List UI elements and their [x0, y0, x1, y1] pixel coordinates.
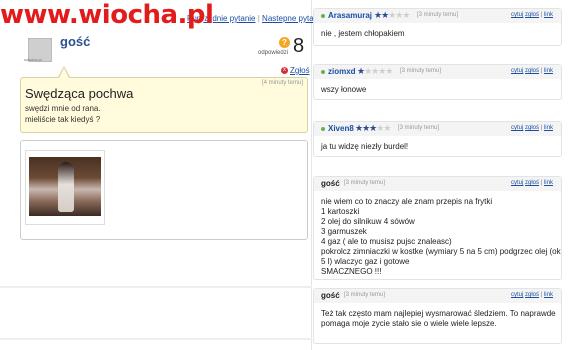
permalink-link[interactable]: link — [544, 180, 553, 186]
answer-actions: cytuj zgłoś | link — [511, 292, 553, 298]
answer-line: pokrolcz zimniaczki w kostke (wymiary 5 … — [321, 247, 561, 256]
answer-line: 3 garmuszek — [321, 227, 367, 236]
rating-stars: ★★★★★ — [357, 66, 393, 77]
actions-separator: | — [540, 12, 543, 18]
answer-actions: cytuj zgłoś | link — [511, 68, 553, 74]
answer-line: nie , jestem chłopakiem — [321, 29, 405, 38]
quote-link[interactable]: cytuj — [511, 292, 523, 298]
online-dot-icon — [321, 14, 325, 18]
report-answer-link[interactable]: zgłoś — [525, 125, 539, 131]
photo-figure — [58, 162, 74, 212]
permalink-link[interactable]: link — [544, 125, 553, 131]
answer-line: SMACZNEGO !!! — [321, 267, 382, 276]
speech-bubble-tail-fill — [59, 68, 69, 78]
answer-line: ja tu widzę niezły burdel! — [321, 142, 409, 151]
quote-link[interactable]: cytuj — [511, 12, 523, 18]
answer-username[interactable]: Xiven8 — [328, 124, 354, 133]
permalink-link[interactable]: link — [544, 12, 553, 18]
question-body-line: swędzi mnie od rana. — [25, 104, 101, 113]
answers-count: 8 — [293, 35, 305, 57]
star-empty-icon: ★ — [383, 123, 391, 133]
answer-card: Xiven8 ★★★★★ [3 minuty temu] cytuj zgłoś… — [313, 121, 562, 157]
answer-card: gość [3 minuty temu] cytuj zgłoś | link … — [313, 176, 562, 280]
answer-actions: cytuj zgłoś | link — [511, 180, 553, 186]
quote-link[interactable]: cytuj — [511, 68, 523, 74]
answer-card: gość [3 minuty temu] cytuj zgłoś | link … — [313, 288, 562, 344]
report-link[interactable]: Zgłoś — [290, 66, 310, 75]
answer-line: wszy łonowe — [321, 85, 367, 94]
answer-line: 5 l) wlaczyc gaz i gotowe — [321, 257, 410, 266]
answer-username[interactable]: gość — [321, 291, 340, 300]
question-body: swędzi mnie od rana. mieliście tak kiedy… — [25, 103, 285, 125]
divider — [0, 286, 312, 288]
actions-separator: | — [540, 292, 543, 298]
permalink-link[interactable]: link — [544, 68, 553, 74]
answer-actions: cytuj zgłoś | link — [511, 12, 553, 18]
answer-text: nie wiem co to znaczy ale znam przepis n… — [321, 197, 561, 277]
answer-time: [3 minuty temu] — [344, 292, 386, 298]
permalink-link[interactable]: link — [544, 292, 553, 298]
answer-time: [3 minuty temu] — [417, 12, 459, 18]
report-icon: x — [281, 67, 288, 74]
report-answer-link[interactable]: zgłoś — [525, 180, 539, 186]
quote-link[interactable]: cytuj — [511, 125, 523, 131]
answer-actions: cytuj zgłoś | link — [511, 125, 553, 131]
actions-separator: | — [540, 180, 543, 186]
online-dot-icon — [321, 70, 325, 74]
answer-text: nie , jestem chłopakiem — [321, 29, 405, 39]
answer-time: [3 minuty temu] — [400, 68, 442, 74]
nav-separator: | — [257, 14, 260, 23]
report-answer-link[interactable]: zgłoś — [525, 292, 539, 298]
answer-line: 4 gaz ( ale to musisz pujsc znaleasc) — [321, 237, 452, 246]
online-dot-icon — [321, 127, 325, 131]
asker-name[interactable]: gość — [60, 34, 90, 49]
question-body-line: mieliście tak kiedyś ? — [25, 115, 101, 124]
star-empty-icon: ★ — [402, 10, 410, 20]
answer-card: Arasamuraj ★★★★★ [3 minuty temu] cytuj z… — [313, 8, 562, 46]
rating-stars: ★★★★★ — [374, 10, 410, 21]
answer-text: ja tu widzę niezły burdel! — [321, 142, 408, 152]
answer-username[interactable]: ziomxd — [328, 67, 356, 76]
answer-line: pomaga moje zycie stało sie o wiele wiel… — [321, 319, 497, 328]
answer-line: Też tak często mam najlepiej wysmarować … — [321, 309, 556, 318]
report-answer-link[interactable]: zgłoś — [525, 68, 539, 74]
rating-stars: ★★★★★ — [355, 123, 391, 134]
answer-time: [3 minuty temu] — [344, 180, 386, 186]
answer-time: [3 minuty temu] — [398, 125, 440, 131]
answer-line: 2 olej do silnikuw 4 sówów — [321, 217, 415, 226]
answers-label: odpowiedzi — [258, 50, 289, 56]
answer-line: 1 kartoszki — [321, 207, 360, 216]
answers-icon: ? — [279, 37, 290, 48]
answer-username[interactable]: Arasamuraj — [328, 11, 372, 20]
answer-text: Też tak często mam najlepiej wysmarować … — [321, 309, 556, 329]
report-answer-link[interactable]: zgłoś — [525, 12, 539, 18]
question-title: Swędząca pochwa — [25, 86, 134, 101]
divider — [0, 338, 312, 340]
actions-separator: | — [540, 125, 543, 131]
question-time: [4 minuty temu] — [262, 80, 304, 86]
answer-line: nie wiem co to znaczy ale znam przepis n… — [321, 197, 493, 206]
avatar-label: szkolna.pl — [24, 57, 42, 62]
column-divider — [311, 0, 312, 350]
answer-username[interactable]: gość — [321, 179, 340, 188]
quote-link[interactable]: cytuj — [511, 180, 523, 186]
answer-text: wszy łonowe — [321, 85, 366, 95]
actions-separator: | — [540, 68, 543, 74]
answer-card: ziomxd ★★★★★ [3 minuty temu] cytuj zgłoś… — [313, 64, 562, 100]
site-watermark: www.wiocha.pl — [0, 0, 214, 30]
star-empty-icon: ★ — [385, 66, 393, 76]
